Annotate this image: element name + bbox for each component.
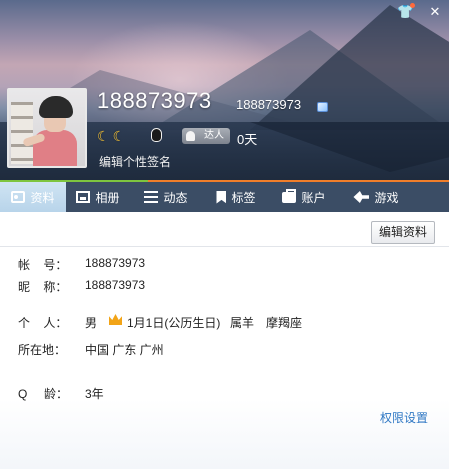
tab-tags[interactable]: 标签 bbox=[202, 182, 270, 212]
account-label: 帐 号： bbox=[18, 258, 68, 272]
skin-icon[interactable]: 👕 bbox=[397, 3, 415, 20]
level-icons[interactable]: ☾ ☾ bbox=[97, 127, 125, 145]
location-label: 所在地： bbox=[18, 343, 67, 357]
signature-edit-link[interactable]: 编辑个性签名 bbox=[99, 153, 171, 170]
edit-profile-button[interactable]: 编辑资料 bbox=[371, 221, 435, 244]
nickname-title: 188873973 bbox=[97, 88, 212, 113]
account-value: 188873973 bbox=[85, 256, 146, 270]
banner-reflection bbox=[250, 122, 449, 172]
personal-label: 个 人： bbox=[18, 316, 68, 330]
tab-label: 相册 bbox=[95, 190, 120, 205]
tab-label: 标签 bbox=[231, 190, 256, 205]
birthday-value: 1月1日(公历生日) bbox=[127, 316, 221, 330]
profile-content-panel bbox=[0, 212, 449, 469]
profile-card-icon bbox=[11, 191, 26, 203]
close-icon[interactable]: ✕ bbox=[427, 4, 443, 20]
lightbulb-icon bbox=[186, 131, 195, 141]
tab-account[interactable]: 账户 bbox=[270, 182, 338, 212]
tab-label: 游戏 bbox=[374, 190, 399, 205]
tab-profile[interactable]: 资料 bbox=[0, 182, 66, 212]
wallet-icon bbox=[282, 188, 297, 203]
vip-icon[interactable] bbox=[317, 102, 328, 112]
avatar[interactable] bbox=[7, 88, 87, 168]
qq-number: 188873973 bbox=[236, 97, 302, 112]
gender-value: 男 bbox=[85, 316, 98, 330]
moon-icon: ☾ bbox=[112, 128, 126, 144]
tab-label: 资料 bbox=[30, 190, 55, 205]
tab-bar: 资料 相册 动态 标签 账户 游戏 bbox=[0, 180, 449, 212]
feed-list-icon bbox=[144, 191, 159, 203]
permission-settings-link[interactable]: 权限设置 bbox=[380, 409, 428, 426]
qage-value: 3年 bbox=[85, 387, 104, 401]
photo-icon bbox=[76, 191, 91, 203]
nickname-value: 188873973 bbox=[85, 278, 146, 292]
header-accent-line bbox=[0, 180, 148, 182]
penguin-icon[interactable] bbox=[151, 128, 162, 142]
game-icon bbox=[353, 191, 370, 203]
window-controls: 👕 ✕ bbox=[397, 3, 443, 20]
daren-days: 0天 bbox=[237, 132, 258, 147]
qage-label: Q 龄： bbox=[18, 387, 69, 401]
avatar-shelf bbox=[11, 102, 33, 164]
bookmark-tag-icon bbox=[216, 190, 227, 204]
divider bbox=[0, 246, 449, 247]
location-value: 中国 广东 广州 bbox=[85, 343, 164, 357]
constellation-value: 摩羯座 bbox=[266, 316, 303, 330]
moon-icon: ☾ bbox=[97, 128, 110, 144]
tab-feed[interactable]: 动态 bbox=[130, 182, 202, 212]
zodiac-value: 属羊 bbox=[230, 316, 255, 330]
tab-album[interactable]: 相册 bbox=[66, 182, 130, 212]
tab-label: 账户 bbox=[301, 190, 326, 205]
notification-dot bbox=[410, 3, 415, 8]
tab-label: 动态 bbox=[163, 190, 188, 205]
tab-games[interactable]: 游戏 bbox=[338, 182, 414, 212]
avatar-hat bbox=[39, 96, 73, 118]
nickname-label: 昵 称： bbox=[18, 280, 68, 294]
